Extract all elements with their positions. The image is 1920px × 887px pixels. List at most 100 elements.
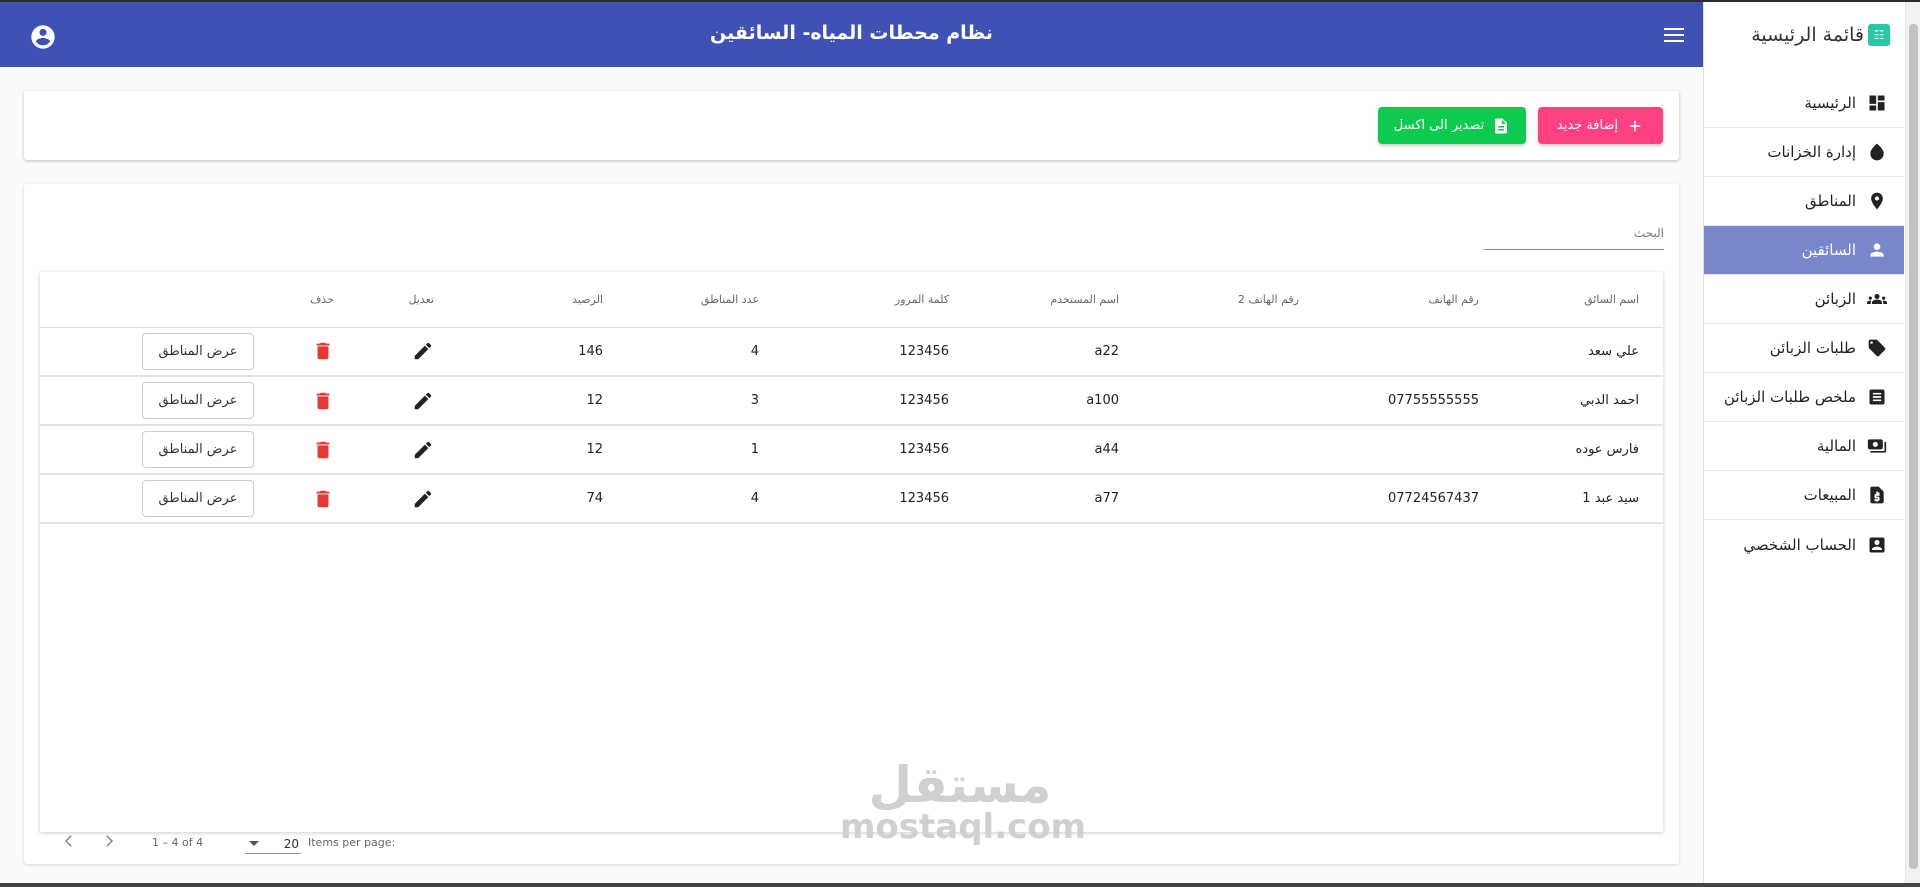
cell-balance: 74: [458, 474, 627, 524]
cell-phone2: [1143, 474, 1323, 524]
delete-icon[interactable]: [278, 327, 358, 377]
cell-zones-count: 1: [627, 425, 783, 475]
sidebar-item-finance[interactable]: المالية: [1704, 422, 1904, 471]
sidebar-item-label: الحساب الشخصي: [1743, 535, 1856, 554]
sidebar-brand[interactable]: قائمة الرئيسية ☷: [1751, 20, 1890, 50]
export-excel-button[interactable]: تصدير الى اكسل: [1378, 107, 1526, 144]
sidebar-item-label: المناطق: [1805, 192, 1856, 210]
sidebar: قائمة الرئيسية ☷ الرئيسية إدارة الخزانات…: [1703, 2, 1905, 883]
water-drop-icon: [1866, 141, 1888, 163]
col-header-phone[interactable]: رقم الهاتف: [1323, 272, 1503, 328]
sidebar-item-zones[interactable]: المناطق: [1704, 177, 1904, 226]
chevron-left-icon[interactable]: [60, 832, 78, 850]
sidebar-item-label: السائقين: [1801, 241, 1856, 259]
page-size-select[interactable]: 20: [245, 834, 301, 854]
col-header-name[interactable]: اسم السائق: [1503, 272, 1663, 328]
cell-phone: 07724567437: [1323, 474, 1503, 524]
sidebar-item-orders-summary[interactable]: ملخص طلبات الزبائن: [1704, 373, 1904, 422]
plus-icon: [1629, 120, 1641, 131]
invoice-icon: [1866, 484, 1888, 506]
cell-username: a22: [973, 327, 1143, 377]
cell-password: 123456: [783, 474, 973, 524]
cell-name: سيد عبد 1: [1503, 474, 1663, 524]
col-header-phone2[interactable]: رقم الهاتف 2: [1143, 272, 1323, 328]
items-per-page-label: Items per page:: [308, 836, 396, 849]
search-input[interactable]: [1484, 222, 1664, 240]
cell-phone: [1323, 425, 1503, 475]
cell-password: 123456: [783, 376, 973, 426]
export-excel-label: تصدير الى اكسل: [1393, 118, 1485, 133]
cell-actions: عرض المناطق: [40, 474, 278, 524]
delete-icon[interactable]: [278, 376, 358, 426]
delete-icon[interactable]: [278, 474, 358, 524]
cell-actions: عرض المناطق: [40, 327, 278, 377]
sidebar-item-customers[interactable]: الزبائن: [1704, 275, 1904, 324]
sidebar-item-label: ملخص طلبات الزبائن: [1723, 388, 1856, 406]
edit-icon[interactable]: [358, 376, 458, 426]
person-icon: [1866, 239, 1888, 261]
view-zones-button[interactable]: عرض المناطق: [142, 431, 254, 468]
edit-icon[interactable]: [358, 474, 458, 524]
bottom-border: [0, 883, 1920, 887]
sidebar-item-label: إدارة الخزانات: [1767, 143, 1856, 161]
cell-username: a100: [973, 376, 1143, 426]
sidebar-item-home[interactable]: الرئيسية: [1704, 79, 1904, 128]
col-header-balance[interactable]: الرصيد: [458, 272, 627, 328]
watermark: مستقل mostaql.com: [840, 756, 1086, 844]
app-window: نظام محطات المياه- السائقين قائمة الرئيس…: [0, 0, 1920, 887]
list-icon: [1866, 386, 1888, 408]
sidebar-item-label: طلبات الزبائن: [1769, 339, 1856, 357]
actions-card: تصدير الى اكسل إضافة جديد: [24, 91, 1679, 160]
chevron-right-icon[interactable]: [100, 832, 118, 850]
menu-icon[interactable]: [1664, 28, 1684, 44]
chevron-down-icon: [249, 841, 259, 846]
page-size-value: 20: [283, 836, 299, 851]
add-new-button[interactable]: إضافة جديد: [1538, 107, 1663, 144]
edit-icon[interactable]: [358, 327, 458, 377]
cell-phone2: [1143, 376, 1323, 426]
paginator-range: 1 – 4 of 4: [152, 836, 204, 849]
sidebar-item-tanks[interactable]: إدارة الخزانات: [1704, 128, 1904, 177]
cell-zones-count: 4: [627, 474, 783, 524]
page-scrollbar[interactable]: [1905, 2, 1920, 883]
cell-name: احمد الدبي: [1503, 376, 1663, 426]
app-header: نظام محطات المياه- السائقين: [0, 2, 1703, 67]
people-icon: [1866, 288, 1888, 310]
add-new-label: إضافة جديد: [1556, 118, 1619, 133]
col-header-zones-count[interactable]: عدد المناطق: [627, 272, 783, 328]
cell-balance: 12: [458, 425, 627, 475]
table-row: احمد الدبي 07755555555 a100 123456 3 12 …: [40, 376, 1663, 426]
sidebar-nav: الرئيسية إدارة الخزانات المناطق السائقين…: [1704, 79, 1904, 569]
drivers-table: اسم السائق رقم الهاتف رقم الهاتف 2 اسم ا…: [40, 272, 1663, 524]
table-header-row: اسم السائق رقم الهاتف رقم الهاتف 2 اسم ا…: [40, 272, 1663, 328]
dashboard-icon: [1866, 92, 1888, 114]
cell-balance: 146: [458, 327, 627, 377]
scrollbar-thumb[interactable]: [1909, 24, 1918, 869]
view-zones-button[interactable]: عرض المناطق: [142, 332, 254, 370]
watermark-arabic: مستقل: [868, 756, 1052, 814]
table-row: فارس عوده a44 123456 1 12 عرض المناطق: [40, 425, 1663, 475]
col-header-username[interactable]: اسم المستخدم: [973, 272, 1143, 328]
view-zones-button[interactable]: عرض المناطق: [142, 382, 254, 419]
cell-password: 123456: [783, 327, 973, 377]
cell-phone: [1323, 327, 1503, 377]
search-field[interactable]: [1484, 222, 1664, 250]
paginator-arrows: [60, 832, 118, 850]
col-header-password[interactable]: كلمة المرور: [783, 272, 973, 328]
cell-balance: 12: [458, 376, 627, 426]
edit-icon[interactable]: [358, 425, 458, 475]
cell-phone2: [1143, 425, 1323, 475]
page-title: نظام محطات المياه- السائقين: [710, 22, 993, 44]
cell-actions: عرض المناطق: [40, 425, 278, 475]
brand-logo-icon: ☷: [1868, 24, 1890, 46]
sidebar-item-drivers[interactable]: السائقين: [1704, 226, 1904, 275]
col-header-edit: تعديل: [358, 272, 458, 328]
sidebar-item-sales[interactable]: المبيعات: [1704, 471, 1904, 520]
delete-icon[interactable]: [278, 425, 358, 475]
sidebar-item-customer-orders[interactable]: طلبات الزبائن: [1704, 324, 1904, 373]
document-icon: [1495, 118, 1508, 133]
sidebar-item-label: المبيعات: [1803, 486, 1856, 504]
sidebar-item-profile[interactable]: الحساب الشخصي: [1704, 520, 1904, 569]
sidebar-item-label: المالية: [1816, 437, 1856, 455]
view-zones-button[interactable]: عرض المناطق: [142, 480, 254, 517]
